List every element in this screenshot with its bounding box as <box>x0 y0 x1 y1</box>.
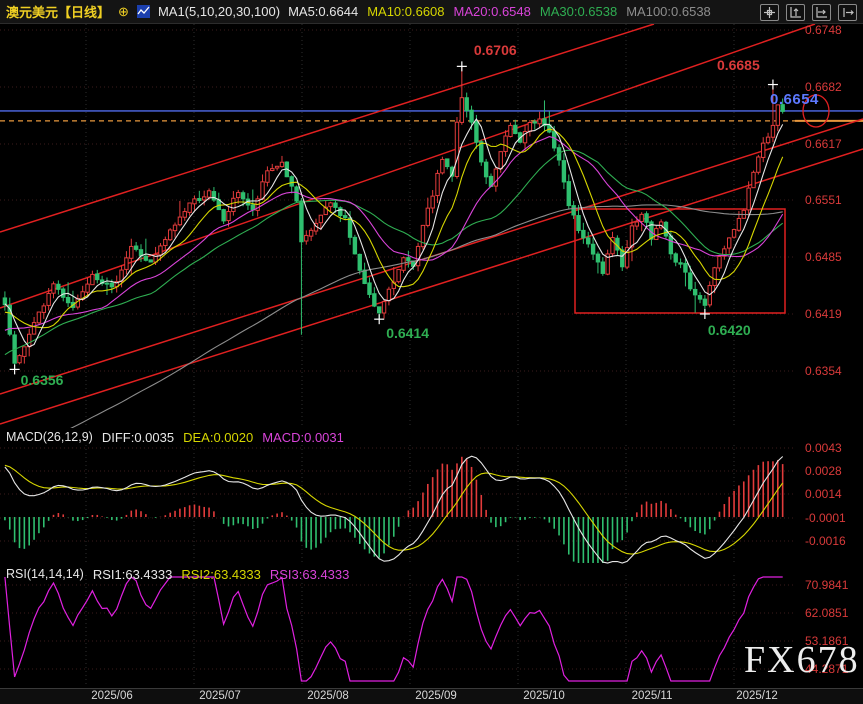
title-bar: 澳元美元【日线】 ⊕ MA1(5,10,20,30,100) MA5:0.664… <box>0 0 863 24</box>
candlestick-series <box>3 66 784 369</box>
price-annotation-0.6356: 0.6356 <box>21 372 64 388</box>
time-axis-label: 2025/11 <box>632 690 673 702</box>
time-axis-label: 2025/09 <box>415 690 457 702</box>
trading-chart-window: 澳元美元【日线】 ⊕ MA1(5,10,20,30,100) MA5:0.664… <box>0 0 863 704</box>
ma-value-label: MA10:0.6608 <box>367 4 444 19</box>
price-axis-label: 0.6419 <box>805 307 842 321</box>
time-axis-label: 2025/07 <box>199 690 241 702</box>
symbol-title: 澳元美元【日线】 <box>6 2 110 21</box>
macd-indicator-pane[interactable] <box>0 445 863 565</box>
rsi-value-label: RSI3:63.4333 <box>270 567 350 582</box>
rsi-values: RSI1:63.4333 RSI2:63.4333 RSI3:63.4333 <box>93 567 359 582</box>
rsi-header: RSI(14,14,14) RSI1:63.4333RSI2:63.4333RS… <box>6 567 358 582</box>
price-annotation-0.6420: 0.6420 <box>708 322 751 338</box>
axis-zoom-right-icon[interactable] <box>812 4 831 21</box>
macd-value-label: DIFF:0.0035 <box>102 430 174 445</box>
rsi-axis-label: 70.9841 <box>805 578 848 592</box>
main-price-chart[interactable] <box>0 24 863 428</box>
time-axis-label: 2025/08 <box>307 690 349 702</box>
current-price-label: 0.6654 <box>770 91 819 108</box>
price-axis-label: 0.6617 <box>805 137 842 151</box>
line-chart-icon[interactable] <box>137 5 150 18</box>
time-axis-label: 2025/06 <box>91 690 133 702</box>
price-annotation-0.6414: 0.6414 <box>386 325 429 341</box>
watermark-logo: FX678 <box>744 638 860 682</box>
macd-axis-label: -0.0001 <box>805 511 846 525</box>
macd-value-label: DEA:0.0020 <box>183 430 253 445</box>
ma-settings-label: MA1(5,10,20,30,100) <box>158 4 280 19</box>
time-axis-label: 2025/12 <box>736 690 778 702</box>
ma-value-label: MA20:0.6548 <box>454 4 531 19</box>
price-annotation-0.6706: 0.6706 <box>474 42 517 58</box>
rsi-axis-label: 62.0851 <box>805 606 848 620</box>
price-axis-label: 0.6748 <box>805 23 842 37</box>
main-gridlines <box>0 24 795 428</box>
period-label: 【日线】 <box>58 5 110 20</box>
axis-zoom-up-icon[interactable] <box>786 4 805 21</box>
pan-right-icon[interactable] <box>838 4 857 21</box>
rsi-indicator-pane[interactable] <box>0 575 863 685</box>
macd-axis-label: 0.0014 <box>805 487 842 501</box>
price-axis-label: 0.6485 <box>805 250 842 264</box>
macd-axis-label: 0.0028 <box>805 464 842 478</box>
price-axis-label: 0.6354 <box>805 364 842 378</box>
macd-axis-label: -0.0016 <box>805 534 846 548</box>
macd-header: MACD(26,12,9) DIFF:0.0035 DEA:0.0020 MACD:… <box>6 430 353 445</box>
move-crosshair-icon[interactable] <box>760 4 779 21</box>
rsi-value-label: RSI2:63.4333 <box>181 567 261 582</box>
rsi-line <box>5 577 783 681</box>
rsi-value-label: RSI1:63.4333 <box>93 567 173 582</box>
macd-axis-label: 0.0043 <box>805 441 842 455</box>
rsi-title: RSI(14,14,14) <box>6 567 84 582</box>
macd-value-label: MACD:0.0031 <box>262 430 344 445</box>
symbol-name: 澳元美元 <box>6 5 58 20</box>
price-axis-label: 0.6551 <box>805 193 842 207</box>
expand-icon[interactable]: ⊕ <box>118 4 129 20</box>
time-axis-label: 2025/10 <box>523 690 565 702</box>
chart-toolbar <box>760 4 857 21</box>
ma-values: MA5:0.6644 MA10:0.6608 MA20:0.6548 MA30:0.6… <box>288 4 720 19</box>
ma-value-label: MA100:0.6538 <box>626 4 711 19</box>
ma-value-label: MA5:0.6644 <box>288 4 358 19</box>
macd-values: DIFF:0.0035 DEA:0.0020 MACD:0.0031 <box>102 430 353 445</box>
ma30-line <box>5 150 783 355</box>
ma-value-label: MA30:0.6538 <box>540 4 617 19</box>
macd-histogram <box>5 457 783 563</box>
price-annotation-0.6685: 0.6685 <box>717 57 760 73</box>
macd-title: MACD(26,12,9) <box>6 430 93 445</box>
